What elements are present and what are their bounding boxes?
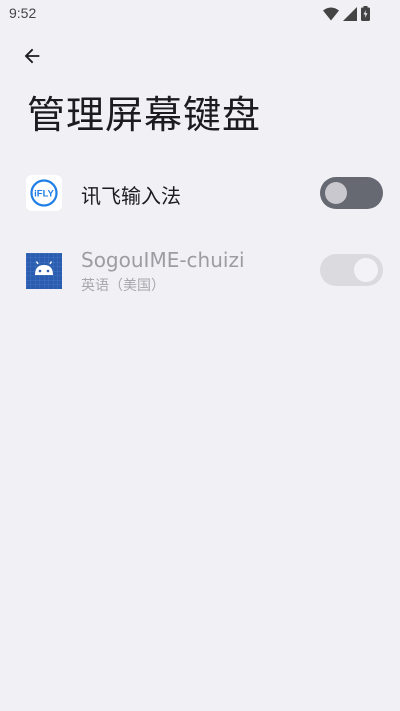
keyboard-name: 讯飞输入法 — [81, 184, 181, 208]
android-app-icon — [26, 253, 62, 289]
back-button[interactable] — [12, 42, 52, 74]
cellular-signal-icon — [343, 6, 357, 25]
page-title: 管理屏幕键盘 — [27, 93, 262, 137]
wifi-icon — [323, 6, 339, 25]
keyboard-list: iFLY 讯飞输入法 SogouIME-chuizi 英语（美国） — [0, 158, 400, 308]
keyboard-item-ifly[interactable]: iFLY 讯飞输入法 — [0, 158, 400, 230]
ifly-app-icon: iFLY — [26, 175, 62, 211]
keyboard-language: 英语（美国） — [81, 278, 165, 294]
battery-icon — [361, 6, 370, 25]
status-bar: 9:52 — [0, 0, 400, 28]
toggle-knob — [354, 258, 378, 282]
keyboard-name: SogouIME-chuizi — [81, 248, 245, 272]
status-icons — [323, 6, 370, 25]
keyboard-toggle-ifly[interactable] — [320, 177, 383, 209]
status-time: 9:52 — [9, 5, 37, 21]
keyboard-toggle-sogou — [320, 254, 383, 286]
keyboard-item-sogou: SogouIME-chuizi 英语（美国） — [0, 236, 400, 308]
arrow-left-icon — [21, 45, 43, 71]
ifly-icon-text: iFLY — [34, 189, 54, 200]
toggle-knob — [325, 182, 347, 204]
keyboard-item-texts: SogouIME-chuizi 英语（美国） — [81, 248, 245, 295]
keyboard-item-texts: 讯飞输入法 — [81, 180, 181, 209]
